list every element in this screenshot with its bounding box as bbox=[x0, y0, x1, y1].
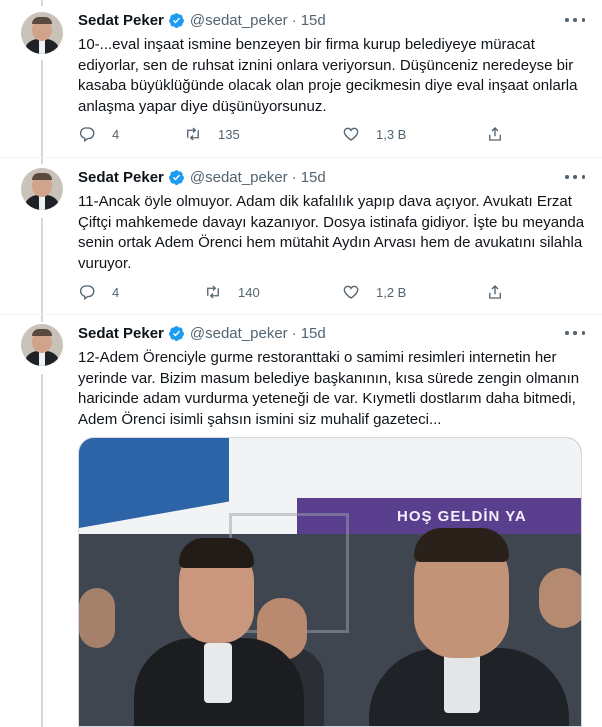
author-name[interactable]: Sedat Peker bbox=[78, 169, 164, 186]
like-button[interactable]: 1,2 B bbox=[342, 282, 406, 302]
photo-person bbox=[79, 588, 115, 648]
tweet-divider bbox=[0, 314, 602, 315]
photo-banner-text: HOŞ GELDİN YA bbox=[397, 508, 527, 525]
tweet-header: Sedat Peker @sedat_peker · 15d bbox=[78, 10, 326, 30]
tweet-text: 11-Ancak öyle olmuyor. Adam dik kafalılı… bbox=[78, 193, 585, 272]
share-icon bbox=[489, 285, 501, 299]
retweet-button[interactable]: 135 bbox=[184, 124, 240, 144]
tweet-divider bbox=[0, 157, 602, 158]
avatar[interactable] bbox=[21, 168, 63, 210]
retweet-count: 135 bbox=[218, 126, 240, 142]
more-icon[interactable] bbox=[565, 13, 585, 27]
share-icon bbox=[489, 127, 501, 141]
verified-badge-icon bbox=[168, 325, 184, 341]
verified-badge-icon bbox=[168, 12, 184, 28]
separator-dot: · bbox=[291, 324, 297, 342]
more-icon[interactable] bbox=[565, 326, 585, 340]
thread-line bbox=[41, 60, 43, 164]
share-button[interactable] bbox=[486, 124, 504, 144]
photo-person bbox=[204, 643, 232, 703]
photo-person bbox=[539, 568, 581, 628]
reply-count: 4 bbox=[112, 126, 120, 142]
separator-dot: · bbox=[291, 168, 297, 186]
thread-line bbox=[41, 218, 43, 322]
retweet-icon bbox=[207, 285, 219, 299]
share-button[interactable] bbox=[486, 282, 504, 302]
tweet-text: 10-...eval inşaat ismine benzeyen bir fi… bbox=[78, 36, 578, 115]
tweet-time[interactable]: 15d bbox=[301, 169, 326, 186]
tweet-actions: 4 135 1,3 B bbox=[78, 124, 508, 144]
like-button[interactable]: 1,3 B bbox=[342, 124, 406, 144]
tweet-photo[interactable]: HOŞ GELDİN YA bbox=[78, 437, 582, 727]
photo-person bbox=[414, 528, 509, 562]
author-handle[interactable]: @sedat_peker bbox=[190, 169, 288, 186]
reply-button[interactable]: 4 bbox=[78, 124, 119, 144]
tweet-text: 12-Adem Örenciyle gurme restoranttaki o … bbox=[78, 349, 580, 428]
author-name[interactable]: Sedat Peker bbox=[78, 12, 164, 29]
author-name[interactable]: Sedat Peker bbox=[78, 325, 164, 342]
retweet-count: 140 bbox=[238, 284, 260, 300]
retweet-button[interactable]: 140 bbox=[204, 282, 260, 302]
reply-icon bbox=[79, 127, 95, 143]
tweet-time[interactable]: 15d bbox=[301, 325, 326, 342]
avatar[interactable] bbox=[21, 324, 63, 366]
thread-line bbox=[41, 374, 43, 727]
tweet-time[interactable]: 15d bbox=[301, 12, 326, 29]
retweet-icon bbox=[187, 127, 199, 141]
like-icon bbox=[343, 285, 359, 299]
photo-person bbox=[179, 538, 254, 568]
like-count: 1,3 B bbox=[376, 126, 407, 142]
reply-button[interactable]: 4 bbox=[78, 282, 119, 302]
separator-dot: · bbox=[291, 11, 297, 29]
like-count: 1,2 B bbox=[376, 284, 407, 300]
like-icon bbox=[343, 127, 359, 141]
reply-count: 4 bbox=[112, 284, 120, 300]
author-handle[interactable]: @sedat_peker bbox=[190, 12, 288, 29]
reply-icon bbox=[79, 285, 95, 301]
avatar[interactable] bbox=[21, 12, 63, 54]
more-icon[interactable] bbox=[565, 170, 585, 184]
tweet-actions: 4 140 1,2 B bbox=[78, 282, 508, 302]
photo-person bbox=[444, 653, 480, 713]
author-handle[interactable]: @sedat_peker bbox=[190, 325, 288, 342]
verified-badge-icon bbox=[168, 169, 184, 185]
thread-line bbox=[41, 0, 43, 6]
tweet-header: Sedat Peker @sedat_peker · 15d bbox=[78, 323, 326, 343]
tweet-header: Sedat Peker @sedat_peker · 15d bbox=[78, 167, 326, 187]
